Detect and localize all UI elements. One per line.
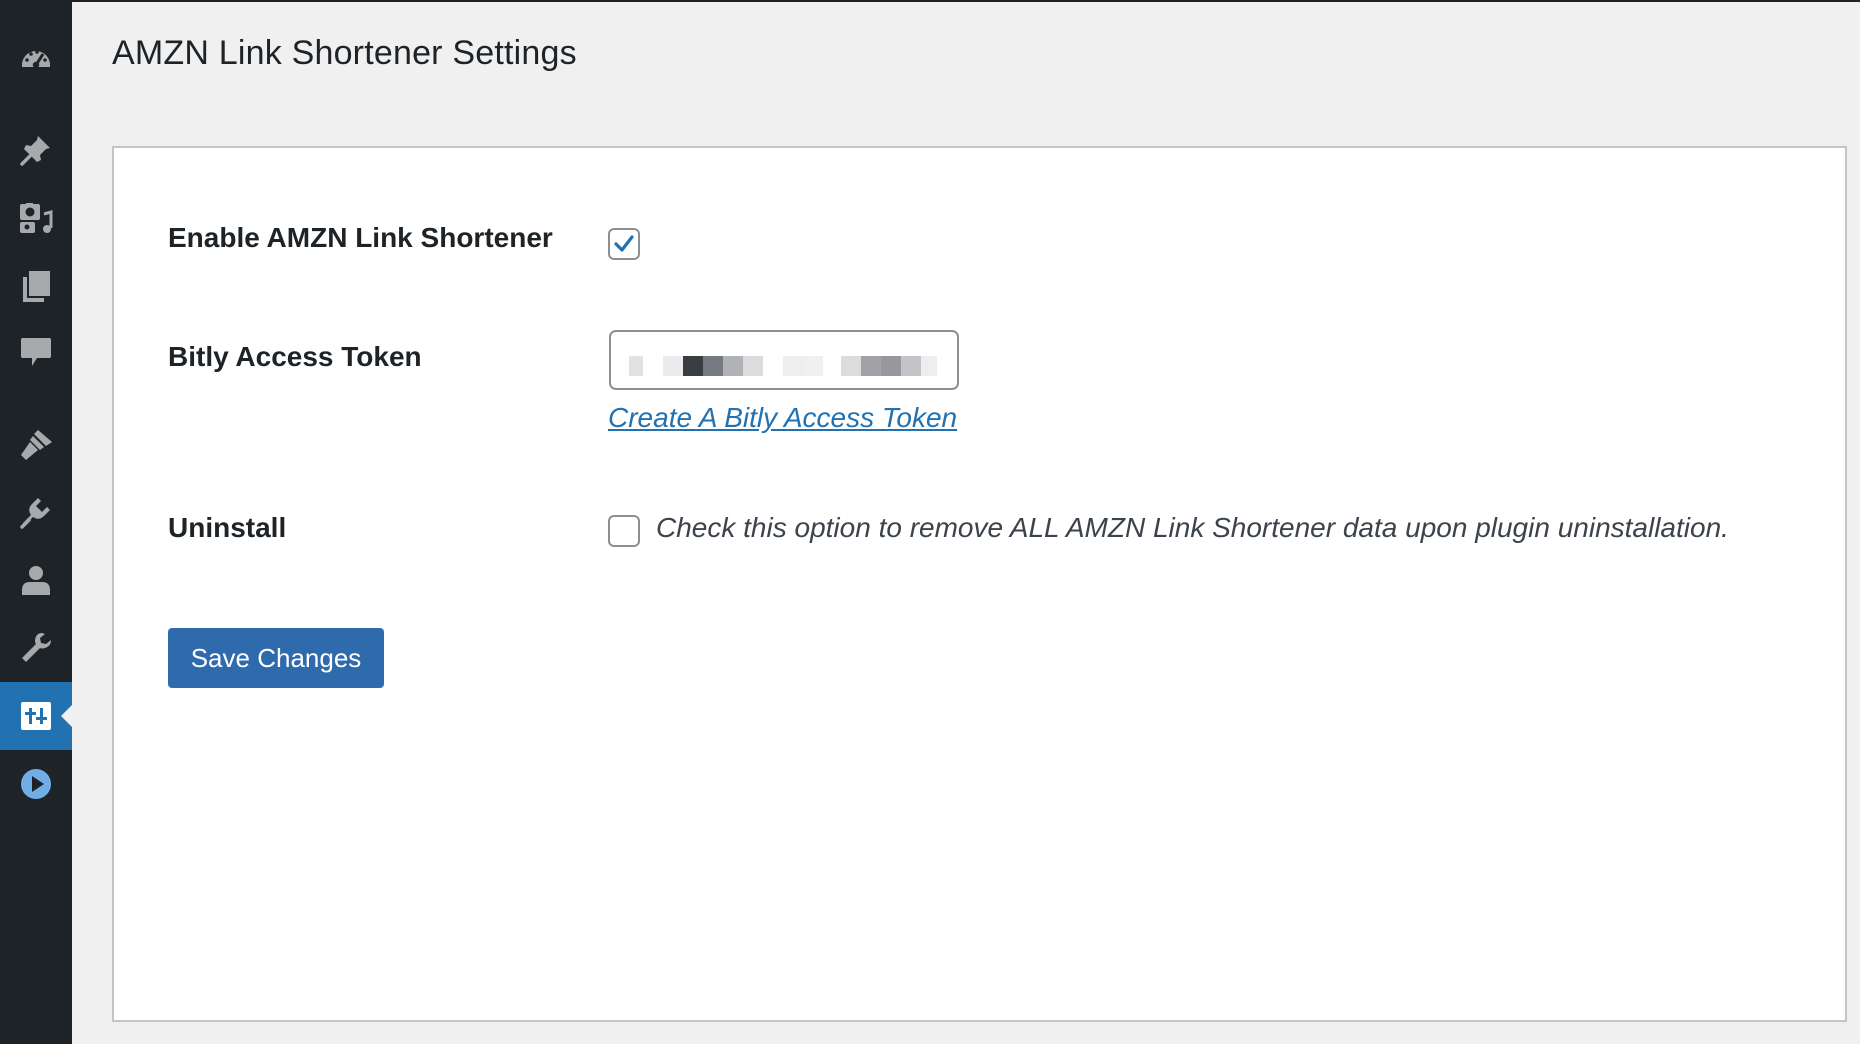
sidebar-item-dashboard[interactable] <box>0 24 72 92</box>
tools-wrench-icon <box>22 633 51 662</box>
sidebar-item-settings[interactable] <box>0 682 72 750</box>
create-bitly-token-link[interactable]: Create A Bitly Access Token <box>608 402 957 434</box>
plugins-icon <box>20 498 50 529</box>
settings-sliders-icon <box>21 702 51 730</box>
sidebar-item-tools[interactable] <box>0 614 72 682</box>
checkmark-icon <box>614 235 634 252</box>
uninstall-description: Check this option to remove ALL AMZN Lin… <box>656 512 1729 543</box>
bitly-token-input[interactable] <box>609 330 959 390</box>
sidebar-item-pages[interactable] <box>0 252 72 320</box>
sidebar-item-users[interactable] <box>0 546 72 614</box>
settings-panel: Enable AMZN Link Shortener Bitly Access … <box>112 146 1847 1022</box>
top-border <box>72 0 1860 2</box>
uninstall-checkbox[interactable] <box>608 515 640 547</box>
comments-icon <box>21 338 51 366</box>
enable-label: Enable AMZN Link Shortener <box>168 222 553 253</box>
page-title: AMZN Link Shortener Settings <box>112 34 577 72</box>
save-changes-button[interactable]: Save Changes <box>168 628 384 688</box>
play-circle-icon <box>21 769 51 799</box>
appearance-brush-icon <box>21 430 52 460</box>
admin-sidebar <box>0 0 72 1044</box>
sidebar-item-plugins[interactable] <box>0 478 72 546</box>
posts-pin-icon <box>20 136 50 166</box>
token-label: Bitly Access Token <box>168 341 422 372</box>
sidebar-item-media[interactable] <box>0 184 72 252</box>
enable-checkbox[interactable] <box>608 228 640 260</box>
sidebar-item-appearance[interactable] <box>0 410 72 478</box>
dashboard-icon <box>22 50 50 69</box>
sidebar-item-comments[interactable] <box>0 318 72 386</box>
uninstall-label: Uninstall <box>168 512 287 543</box>
sidebar-item-posts[interactable] <box>0 116 72 184</box>
pages-icon <box>23 271 50 302</box>
media-icon <box>20 203 53 233</box>
sidebar-item-plugin-video[interactable] <box>0 750 72 818</box>
users-icon <box>22 566 50 595</box>
